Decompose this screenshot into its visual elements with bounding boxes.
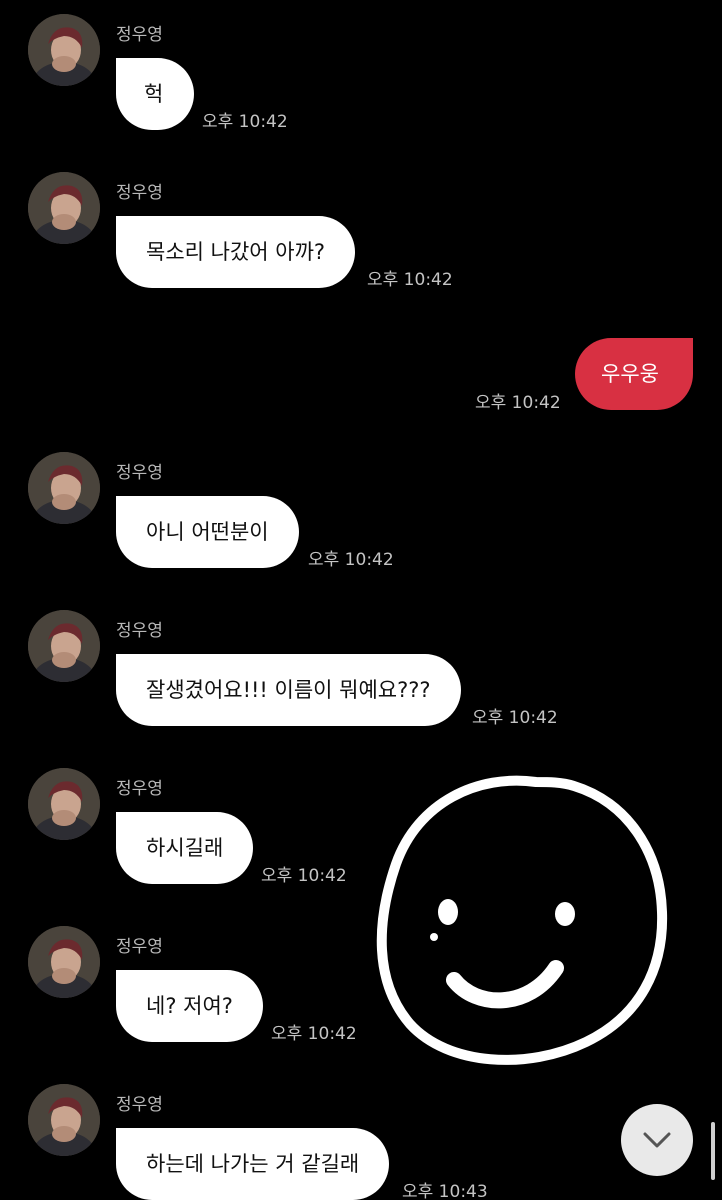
avatar-photo-icon — [28, 452, 100, 524]
chevron-down-icon — [643, 1132, 671, 1148]
smiley-doodle-icon — [376, 775, 668, 1065]
avatar[interactable] — [28, 610, 100, 682]
avatar[interactable] — [28, 768, 100, 840]
avatar-photo-icon — [28, 926, 100, 998]
avatar-photo-icon — [28, 172, 100, 244]
sender-name: 정우영 — [116, 621, 163, 641]
message-bubble[interactable]: 하시길래 — [116, 812, 254, 884]
scrollbar[interactable] — [711, 1122, 715, 1180]
message-bubble[interactable]: 네? 저여? — [116, 970, 263, 1042]
sender-name: 정우영 — [116, 1095, 163, 1115]
message-bubble[interactable]: 목소리 나갔어 아까? — [116, 216, 356, 288]
chat-screen: 정우영 헉 오후 10:42 정우영 목소리 나갔어 아까? 오후 10:42 … — [0, 0, 722, 1200]
my-message-bubble[interactable]: 우우웅 — [575, 338, 693, 410]
message-time: 오후 10:42 — [202, 112, 288, 132]
message-time: 오후 10:42 — [308, 550, 394, 570]
sender-name: 정우영 — [116, 463, 163, 483]
sender-name: 정우영 — [116, 183, 163, 203]
avatar[interactable] — [28, 172, 100, 244]
message-time: 오후 10:42 — [367, 270, 453, 290]
avatar[interactable] — [28, 1084, 100, 1156]
sender-name: 정우영 — [116, 937, 163, 957]
message-bubble[interactable]: 아니 어떤분이 — [116, 496, 299, 568]
sender-name: 정우영 — [116, 25, 163, 45]
message-bubble[interactable]: 잘생겼어요!!! 이름이 뭐예요??? — [116, 654, 461, 726]
avatar-photo-icon — [28, 610, 100, 682]
message-time: 오후 10:42 — [472, 708, 558, 728]
avatar[interactable] — [28, 926, 100, 998]
sender-name: 정우영 — [116, 779, 163, 799]
message-time: 오후 10:42 — [261, 866, 347, 886]
message-bubble[interactable]: 하는데 나가는 거 같길래 — [116, 1128, 390, 1200]
message-time: 오후 10:42 — [271, 1024, 357, 1044]
message-time: 오후 10:42 — [475, 393, 561, 413]
avatar-photo-icon — [28, 14, 100, 86]
message-bubble[interactable]: 헉 — [116, 58, 194, 130]
avatar-photo-icon — [28, 768, 100, 840]
scroll-to-bottom-button[interactable] — [621, 1104, 693, 1176]
avatar-photo-icon — [28, 1084, 100, 1156]
avatar[interactable] — [28, 452, 100, 524]
avatar[interactable] — [28, 14, 100, 86]
message-time: 오후 10:43 — [402, 1182, 488, 1200]
